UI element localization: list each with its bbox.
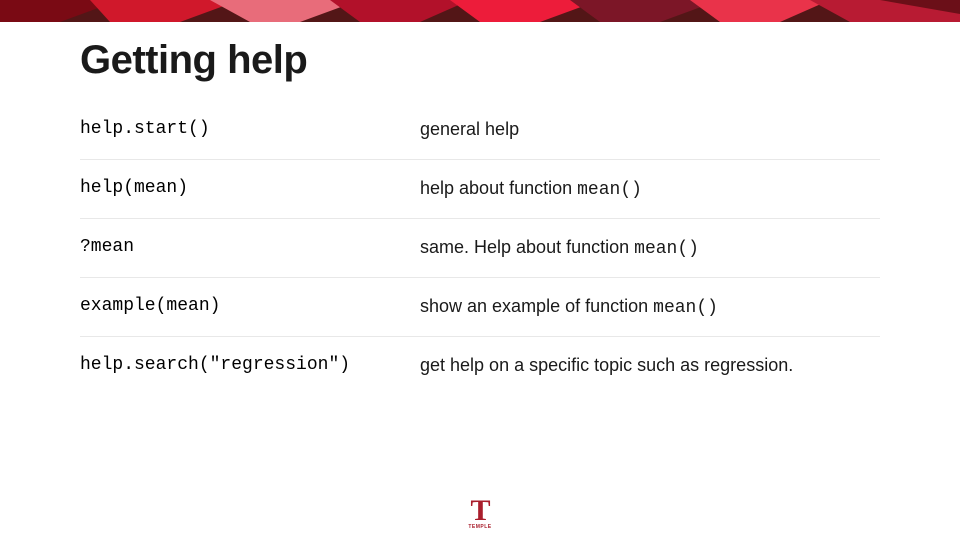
help-commands-table: help.start() general help help(mean) hel…	[80, 111, 880, 395]
table-row: help.search("regression") get help on a …	[80, 337, 880, 395]
description-cell: show an example of function mean()	[420, 296, 880, 318]
description-cell: get help on a specific topic such as reg…	[420, 355, 880, 377]
desc-mono: mean()	[634, 239, 699, 259]
description-cell: same. Help about function mean()	[420, 237, 880, 259]
logo-university-text: TEMPLE	[468, 524, 491, 530]
page-title: Getting help	[80, 38, 880, 83]
description-cell: help about function mean()	[420, 178, 880, 200]
desc-text: help about function	[420, 178, 577, 198]
top-banner	[0, 0, 960, 22]
table-row: help.start() general help	[80, 111, 880, 160]
command-cell: help(mean)	[80, 178, 420, 198]
command-cell: ?mean	[80, 237, 420, 257]
desc-text: general help	[420, 119, 519, 139]
table-row: example(mean) show an example of functio…	[80, 278, 880, 337]
command-cell: example(mean)	[80, 296, 420, 316]
desc-mono: mean()	[653, 298, 718, 318]
table-row: ?mean same. Help about function mean()	[80, 219, 880, 278]
desc-text: show an example of function	[420, 296, 653, 316]
desc-text: get help on a specific topic such as reg…	[420, 355, 793, 375]
desc-mono: mean()	[577, 180, 642, 200]
table-row: help(mean) help about function mean()	[80, 160, 880, 219]
logo-mark-icon: T	[468, 498, 491, 524]
command-cell: help.search("regression")	[80, 355, 420, 375]
command-cell: help.start()	[80, 119, 420, 139]
description-cell: general help	[420, 119, 880, 141]
temple-logo: T TEMPLE	[468, 498, 491, 531]
desc-text: same. Help about function	[420, 237, 634, 257]
slide-content: Getting help help.start() general help h…	[0, 22, 960, 395]
